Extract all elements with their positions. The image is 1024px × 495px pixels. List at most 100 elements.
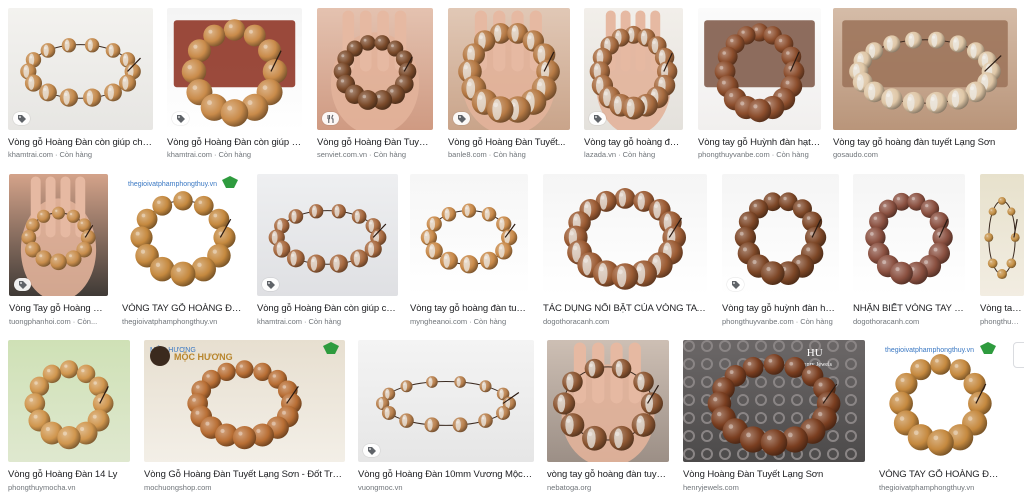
bead-shape [478, 413, 493, 428]
image-result[interactable]: Vòng gỗ Hoàng Đàn 10mm Vương Mộc Tử ... v… [358, 340, 534, 495]
tag-icon [593, 114, 602, 123]
image-result[interactable]: Vòng tay gỗ hoàng đàn tuyế... myngheanoi.… [410, 174, 528, 329]
result-title[interactable]: Vòng gỗ Hoàng Đàn 10mm Vương Mộc Tử ... [358, 469, 534, 480]
result-thumbnail[interactable]: HU Henry Jewels [683, 340, 865, 462]
result-title[interactable]: VÒNG TAY GỖ HOÀNG ĐÀN ... [122, 303, 244, 314]
result-thumbnail[interactable]: MỘC HƯƠNG MỘC HƯƠNG [144, 340, 345, 462]
image-result[interactable]: NHẬN BIẾT VÒNG TAY GỖ ... dogothoracanh.c… [853, 174, 965, 329]
result-title[interactable]: Vòng tay gỗ hoàng đàn tuyế... [410, 303, 528, 314]
result-source: thegioivatphamphongthuy.vn [879, 483, 1002, 492]
result-title[interactable]: VÒNG TAY GỖ HOÀNG ĐÀN ... [879, 469, 1002, 480]
result-title[interactable]: Vòng gỗ Hoàng Đàn còn giúp cho ... [257, 303, 398, 314]
result-thumbnail[interactable] [410, 174, 528, 296]
result-thumbnail[interactable] [698, 8, 821, 130]
result-thumbnail[interactable] [8, 340, 130, 462]
svg-text:MỘC HƯƠNG: MỘC HƯƠNG [174, 351, 233, 362]
result-thumbnail[interactable] [833, 8, 1017, 130]
image-result[interactable]: Vòng gỗ Hoàng Đàn 14 Ly phongthuymocha.vn [8, 340, 130, 495]
result-title[interactable]: Vòng gỗ Hoàng Đàn Tuyết L... [317, 137, 433, 148]
bead-shape [949, 35, 967, 53]
bead-shape [57, 425, 81, 450]
result-title[interactable]: Vòng tay gỗ hoàng đàn ... [584, 137, 683, 148]
bead-shape [309, 204, 324, 219]
result-title[interactable]: Vòng gỗ Hoàng Đàn Tuyết... [448, 137, 570, 148]
bead-shape [582, 425, 607, 451]
bracelet-image: MỘC HƯƠNGMỘC HƯƠNG [144, 340, 345, 462]
result-thumbnail[interactable] [547, 340, 669, 462]
image-result[interactable]: vòng tay gỗ hoàng đàn tuyết ... nebatoga.… [547, 340, 669, 495]
image-result[interactable]: thegioivatphamphongthuy.vn VÒNG TAY GỖ HO… [122, 174, 244, 329]
result-title[interactable]: Vòng Hoàng Đàn Tuyết Lạng Sơn [683, 469, 865, 480]
result-thumbnail[interactable] [358, 340, 534, 462]
source-domain: lazada.vn [584, 150, 617, 159]
result-thumbnail[interactable]: thegioivatphamphongthuy.vn [122, 174, 244, 296]
result-source: phongthuymocha.vn [8, 483, 130, 492]
image-result[interactable]: Vòng tay gỗ huỳnh đàn hạt t... phongthuyv… [722, 174, 839, 329]
result-title[interactable]: Vòng gỗ Hoàng Đàn 14 Ly [8, 469, 130, 480]
bead-shape [481, 206, 497, 222]
result-thumbnail[interactable] [8, 8, 153, 130]
bead-shape [1006, 258, 1017, 269]
image-result[interactable]: Vòng tay gỗ phongthuyo... [980, 174, 1024, 329]
result-source: dogothoracanh.com [853, 317, 965, 326]
result-title[interactable]: TÁC DỤNG NỔI BẬT CỦA VÒNG TAY GỖ ... [543, 303, 707, 314]
result-source: khamtrai.com · Còn hàng [167, 150, 302, 159]
result-thumbnail[interactable] [980, 174, 1024, 296]
separator-dot: · [469, 317, 472, 326]
bead-shape [424, 417, 440, 433]
image-result[interactable]: Vòng gỗ Hoàng Đàn còn giúp cho ... khamtr… [8, 8, 153, 162]
result-title[interactable]: Vòng gỗ Hoàng Đàn còn giúp cho ... [8, 137, 153, 148]
result-thumbnail[interactable] [543, 174, 707, 296]
result-thumbnail[interactable] [167, 8, 302, 130]
result-title[interactable]: Vòng gỗ Hoàng Đàn còn giúp ch... [167, 137, 302, 148]
source-domain: nebatoga.org [547, 483, 592, 492]
result-title[interactable]: Vòng Tay gỗ Hoàng Đàn... [9, 303, 108, 314]
image-result[interactable]: Vòng gỗ Hoàng Đàn Tuyết... banle8.com · Còn… [448, 8, 570, 162]
result-thumbnail[interactable]: thegioivatphamphongthuy.vn [879, 340, 1002, 462]
bracelet-image [833, 8, 1017, 130]
result-title[interactable]: Vòng tay gỗ huỳnh đàn hạt t... [722, 303, 839, 314]
product-badge [262, 278, 279, 291]
image-result[interactable]: Vòng Tay gỗ Hoàng Đàn... tuongphanhoi.com… [9, 174, 108, 329]
bracelet-image: HUHenry Jewels [683, 340, 865, 462]
image-result[interactable]: thegioivatphamphongthuy.vn VÒNG TAY GỖ HO… [879, 340, 1002, 495]
bead-shape [425, 242, 443, 260]
image-result[interactable]: Vòng tay gỗ hoàng đàn ... lazada.vn · Còn h… [584, 8, 683, 162]
result-title[interactable]: NHẬN BIẾT VÒNG TAY GỖ ... [853, 303, 965, 314]
result-thumbnail[interactable] [257, 174, 398, 296]
bead-shape [1010, 232, 1020, 242]
bead-shape [925, 91, 948, 114]
bead-shape [747, 98, 772, 123]
image-result[interactable]: Vòng gỗ Hoàng Đàn còn giúp cho ... khamtr… [257, 174, 398, 329]
source-domain: tuongphanhoi.com [9, 317, 71, 326]
bracelet-image [980, 174, 1024, 296]
image-result[interactable]: Vòng tay gỗ hoàng đàn tuyết Lạng Sơn gosa… [833, 8, 1017, 162]
product-badge [727, 278, 744, 291]
result-title[interactable]: Vòng tay gỗ Huỳnh đàn hạt tr... [698, 137, 821, 148]
image-result[interactable]: HU Henry Jewels Vòng Hoàng Đàn Tuyết Lạng … [683, 340, 865, 495]
bead-shape [35, 250, 52, 267]
bead-shape [307, 254, 326, 273]
result-title[interactable]: Vòng tay gỗ [980, 303, 1022, 314]
result-title[interactable]: vòng tay gỗ hoàng đàn tuyết ... [547, 469, 669, 480]
image-result[interactable]: MỘC HƯƠNG MỘC HƯƠNG Vòng Gỗ Hoàng Đàn Tuyế… [144, 340, 345, 495]
result-title[interactable]: Vòng tay gỗ hoàng đàn tuyết Lạng Sơn [833, 137, 1017, 148]
image-result[interactable]: Vòng gỗ Hoàng Đàn Tuyết L... senviet.com.… [317, 8, 433, 162]
image-result[interactable]: TÁC DỤNG NỔI BẬT CỦA VÒNG TAY GỖ ... dogo… [543, 174, 707, 329]
tag-icon [731, 280, 740, 289]
source-domain: banle8.com [448, 150, 487, 159]
stock-status: Còn hàng [776, 150, 809, 159]
stock-status: Còn hàng [493, 150, 526, 159]
result-source: khamtrai.com · Còn hàng [8, 150, 153, 159]
image-result[interactable]: Vòng gỗ Hoàng Đàn còn giúp ch... khamtrai… [167, 8, 302, 162]
result-title[interactable]: Vòng Gỗ Hoàng Đàn Tuyết Lạng Sơn - Đốt T… [144, 469, 345, 480]
bead-shape [350, 249, 369, 268]
bead-shape [479, 380, 492, 393]
bead-shape [104, 83, 122, 102]
bead-shape [83, 88, 102, 107]
side-panel-toggle[interactable] [1013, 342, 1024, 368]
source-domain: gosaudo.com [833, 150, 879, 159]
image-result[interactable]: Vòng tay gỗ Huỳnh đàn hạt tr... phongthuy… [698, 8, 821, 162]
result-thumbnail[interactable] [853, 174, 965, 296]
bead-shape [59, 88, 78, 107]
